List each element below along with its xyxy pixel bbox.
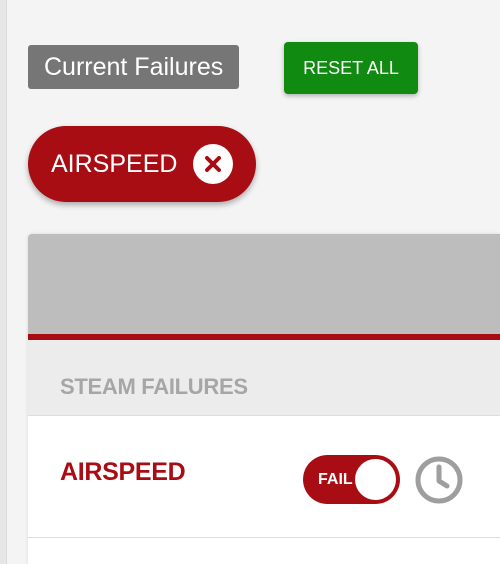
panel-header xyxy=(28,234,500,334)
active-failure-chip: AIRSPEED xyxy=(28,126,256,202)
schedule-failure-button[interactable] xyxy=(415,456,463,504)
fail-toggle[interactable]: FAIL xyxy=(303,455,400,504)
failures-page: Current Failures RESET ALL AIRSPEED STEA… xyxy=(0,0,500,564)
current-failures-label: Current Failures xyxy=(28,45,240,89)
reset-all-button[interactable]: RESET ALL xyxy=(284,42,418,94)
section-title: STEAM FAILURES xyxy=(60,374,248,399)
remove-failure-button[interactable] xyxy=(193,144,233,184)
failure-row-name: AIRSPEED xyxy=(60,458,186,486)
close-icon xyxy=(205,156,221,172)
failures-panel: STEAM FAILURES AIRSPEED FAIL xyxy=(28,234,500,564)
fail-toggle-label: FAIL xyxy=(318,471,353,488)
toggle-knob xyxy=(355,459,396,500)
left-border xyxy=(0,0,7,564)
clock-icon xyxy=(415,456,463,504)
active-failure-chip-label: AIRSPEED xyxy=(51,150,178,178)
